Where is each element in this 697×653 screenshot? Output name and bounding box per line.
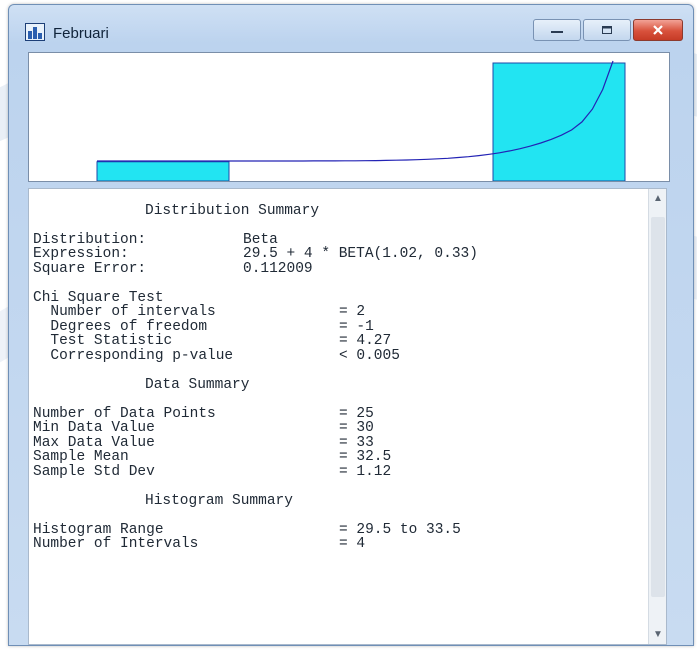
close-icon <box>653 25 663 35</box>
vertical-scrollbar[interactable]: ▲ ▼ <box>648 189 666 644</box>
max-value-label: Max Data Value <box>33 434 155 451</box>
window-title: Februari <box>53 25 109 42</box>
expression-label: Expression: <box>33 246 129 262</box>
histogram-bar <box>96 161 230 182</box>
close-button[interactable] <box>633 19 683 41</box>
std-dev-label: Sample Std Dev <box>33 463 155 480</box>
scroll-down-icon[interactable]: ▼ <box>653 629 663 640</box>
histogram-intervals-value: = 4 <box>339 536 366 552</box>
mean-label: Sample Mean <box>33 449 129 465</box>
scroll-up-icon[interactable]: ▲ <box>653 193 663 204</box>
restore-button[interactable] <box>583 19 631 41</box>
num-points-label: Number of Data Points <box>33 405 216 422</box>
std-dev-value: = 1.12 <box>339 463 392 480</box>
distribution-summary-heading: Distribution Summary <box>145 202 320 219</box>
summary-text-pane[interactable]: Distribution Summary Distribution: Beta E… <box>28 188 667 645</box>
histogram-graph[interactable] <box>28 52 670 182</box>
minimize-icon <box>551 31 563 33</box>
intervals-label: Number of intervals <box>33 304 216 320</box>
title-bar[interactable]: Februari <box>9 5 693 45</box>
caption-buttons <box>533 19 683 43</box>
minimize-button[interactable] <box>533 19 581 41</box>
data-summary-heading: Data Summary <box>145 376 250 393</box>
scroll-thumb[interactable] <box>651 217 665 597</box>
histogram-intervals-label: Number of Intervals <box>33 536 199 552</box>
square-error-value: 0.112009 <box>243 260 313 277</box>
summary-text: Distribution Summary Distribution: Beta E… <box>33 189 643 552</box>
dof-label: Degrees of freedom <box>33 318 208 335</box>
histogram-range-label: Histogram Range <box>33 521 164 538</box>
min-value-label: Min Data Value <box>33 420 155 436</box>
histogram-bar <box>492 62 626 182</box>
p-value-label: Corresponding p-value <box>33 347 234 364</box>
test-statistic-label: Test Statistic <box>33 333 173 349</box>
distribution-window: Februari Distribution Summary Distributi… <box>8 4 694 646</box>
histogram-chart <box>96 60 626 182</box>
restore-icon <box>602 26 612 34</box>
p-value-value: < 0.005 <box>339 347 400 364</box>
histogram-summary-heading: Histogram Summary <box>145 492 293 509</box>
square-error-label: Square Error: <box>33 260 147 277</box>
distribution-label: Distribution: <box>33 231 147 248</box>
fit-app-icon <box>25 23 45 41</box>
